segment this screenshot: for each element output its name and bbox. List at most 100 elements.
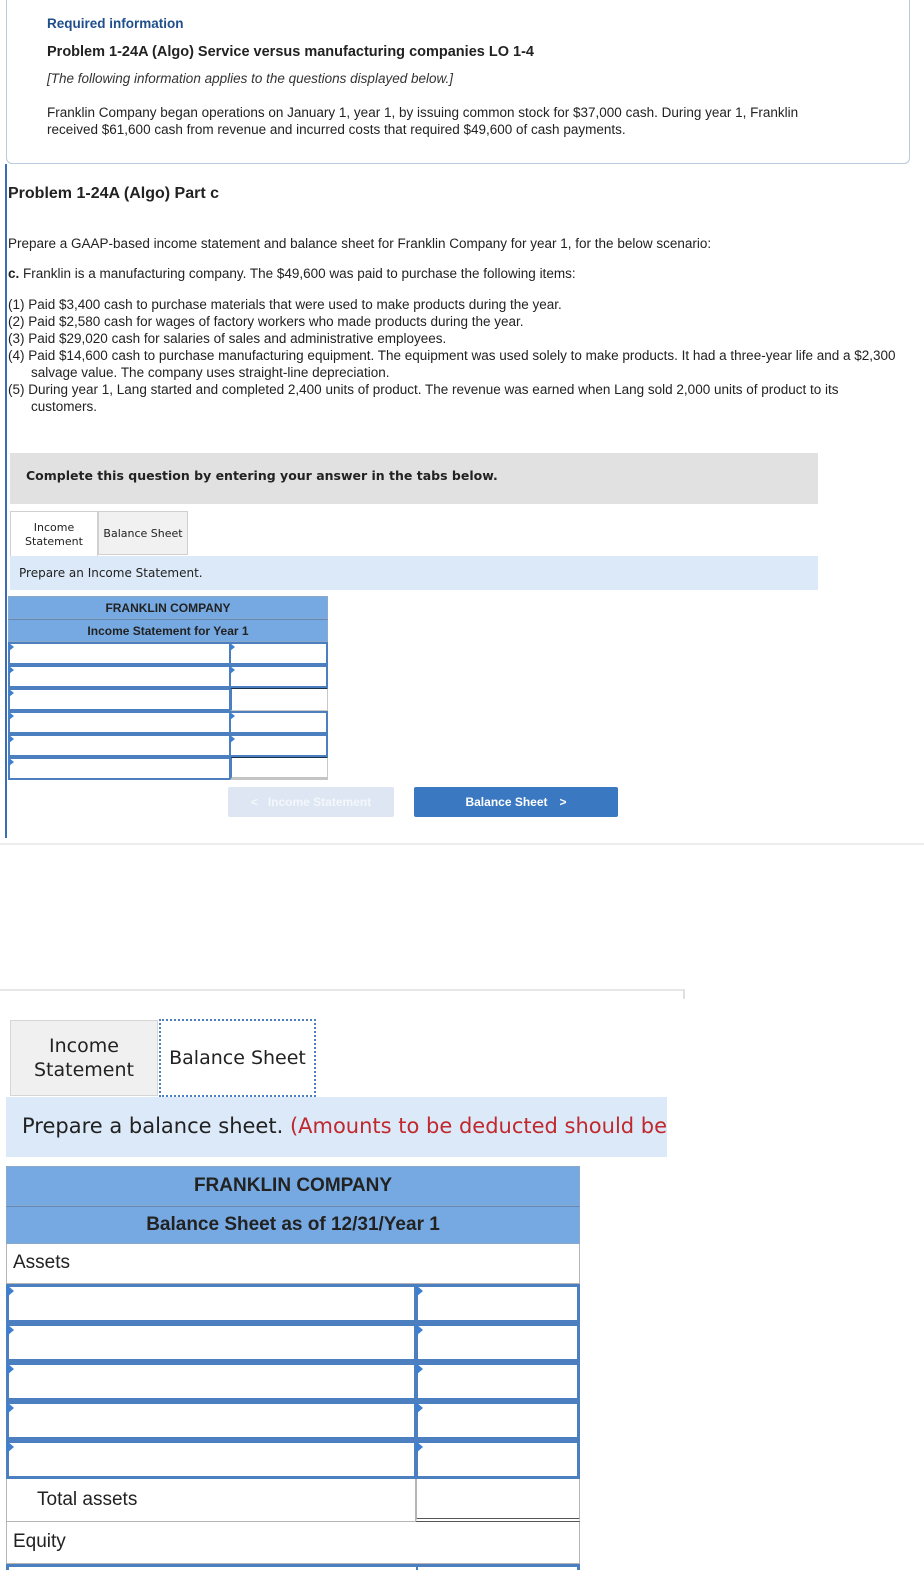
applies-note: [The following information applies to th…: [47, 71, 453, 86]
input-marker-icon: [230, 712, 235, 720]
table-row: [8, 642, 328, 665]
section-divider: [0, 843, 924, 845]
input-marker-icon: [416, 1324, 423, 1336]
scenario-text: c. Franklin is a manufacturing company. …: [8, 266, 576, 281]
scenario-item: (3) Paid $29,020 cash for salaries of sa…: [8, 331, 447, 346]
dropdown-marker-icon: [9, 666, 14, 674]
section-divider-edge: [683, 989, 685, 999]
asset-amount-input[interactable]: [416, 1323, 580, 1362]
input-marker-icon: [416, 1285, 423, 1297]
dropdown-marker-icon: [9, 689, 14, 697]
asset-line-dropdown[interactable]: [6, 1323, 416, 1362]
dropdown-marker-icon: [9, 735, 14, 743]
balance-sheet-instruction-bar: Prepare a balance sheet. (Amounts to be …: [6, 1097, 667, 1157]
section-divider: [0, 989, 684, 991]
table-row: [6, 1564, 580, 1570]
dropdown-marker-icon: [9, 643, 14, 651]
tab-balance-sheet[interactable]: Balance Sheet: [159, 1019, 316, 1097]
scenario-items-list: (1) Paid $3,400 cash to purchase materia…: [8, 296, 908, 415]
table-row: [8, 757, 328, 780]
asset-line-dropdown[interactable]: [6, 1362, 416, 1401]
asset-line-dropdown[interactable]: [6, 1440, 416, 1479]
input-marker-icon: [230, 735, 235, 743]
dropdown-marker-icon: [7, 1363, 14, 1375]
complete-instruction: Complete this question by entering your …: [26, 468, 498, 483]
balance-sheet-instruction: Prepare a balance sheet. (Amounts to be …: [22, 1114, 667, 1138]
table-row: [6, 1284, 580, 1323]
amount-input[interactable]: [230, 665, 328, 688]
assets-section-label: Assets: [6, 1244, 580, 1284]
line-item-dropdown[interactable]: [8, 642, 230, 665]
equity-amount-input[interactable]: [416, 1564, 580, 1570]
statement-title-header: Income Statement for Year 1: [8, 619, 328, 642]
left-accent-rule: [5, 164, 7, 838]
asset-amount-input[interactable]: [416, 1401, 580, 1440]
input-marker-icon: [230, 643, 235, 651]
asset-amount-input[interactable]: [416, 1284, 580, 1323]
prev-tab-button[interactable]: < Income Statement: [228, 787, 394, 817]
input-marker-icon: [416, 1363, 423, 1375]
subtotal-amount: [230, 688, 328, 711]
prev-tab-label: Income Statement: [267, 795, 372, 809]
complete-instruction-bar: Complete this question by entering your …: [10, 453, 818, 504]
required-information-label: Required information: [47, 16, 184, 31]
scenario-item: (2) Paid $2,580 cash for wages of factor…: [8, 314, 524, 329]
line-item-dropdown[interactable]: [8, 688, 230, 711]
line-item-dropdown[interactable]: [8, 665, 230, 688]
balance-sheet-table: FRANKLIN COMPANY Balance Sheet as of 12/…: [6, 1166, 580, 1570]
table-row: [8, 688, 328, 711]
company-name-header: FRANKLIN COMPANY: [6, 1166, 580, 1206]
part-title: Problem 1-24A (Algo) Part c: [8, 185, 220, 202]
equity-line-dropdown[interactable]: [6, 1564, 416, 1570]
input-marker-icon: [416, 1402, 423, 1414]
total-amount: [230, 757, 328, 780]
deduction-note: (Amounts to be deducted should be: [289, 1114, 667, 1138]
line-item-dropdown[interactable]: [8, 711, 230, 734]
income-statement-table: FRANKLIN COMPANY Income Statement for Ye…: [8, 596, 328, 780]
statement-title-header: Balance Sheet as of 12/31/Year 1: [6, 1206, 580, 1244]
total-assets-row: Total assets: [6, 1479, 580, 1522]
table-row: [6, 1401, 580, 1440]
scenario-body: Franklin is a manufacturing company. The…: [19, 266, 576, 281]
total-assets-value: [416, 1479, 580, 1522]
chevron-right-icon: >: [559, 795, 567, 809]
table-row: [6, 1440, 580, 1479]
scenario-item: (4) Paid $14,600 cash to purchase manufa…: [8, 348, 896, 380]
line-item-dropdown[interactable]: [8, 757, 230, 780]
asset-line-dropdown[interactable]: [6, 1284, 416, 1323]
input-marker-icon: [416, 1441, 423, 1453]
required-information-panel: Required information Problem 1-24A (Algo…: [6, 0, 910, 164]
income-statement-instruction-bar: Prepare an Income Statement.: [10, 556, 818, 590]
equity-section-label: Equity: [6, 1522, 580, 1564]
dropdown-marker-icon: [7, 1285, 14, 1297]
table-row: [6, 1362, 580, 1401]
tab-balance-sheet[interactable]: Balance Sheet: [98, 511, 188, 555]
next-tab-button[interactable]: Balance Sheet >: [414, 787, 618, 817]
dropdown-marker-icon: [9, 758, 14, 766]
scenario-item: (5) During year 1, Lang started and comp…: [8, 382, 839, 414]
table-row: [8, 711, 328, 734]
line-item-dropdown[interactable]: [8, 734, 230, 757]
input-marker-icon: [230, 666, 235, 674]
dropdown-marker-icon: [7, 1324, 14, 1336]
asset-line-dropdown[interactable]: [6, 1401, 416, 1440]
table-row: [6, 1323, 580, 1362]
tab-income-statement[interactable]: Income Statement: [10, 1020, 158, 1096]
next-tab-label: Balance Sheet: [465, 795, 548, 809]
amount-input[interactable]: [230, 734, 328, 757]
total-assets-label: Total assets: [6, 1479, 416, 1522]
dropdown-marker-icon: [9, 712, 14, 720]
part-prompt: Prepare a GAAP-based income statement an…: [8, 236, 712, 251]
income-statement-instruction: Prepare an Income Statement.: [19, 566, 203, 580]
problem-title: Problem 1-24A (Algo) Service versus manu…: [47, 44, 534, 60]
problem-description: Franklin Company began operations on Jan…: [47, 105, 799, 137]
table-row: [8, 665, 328, 688]
tab-income-statement[interactable]: Income Statement: [10, 511, 98, 557]
amount-input[interactable]: [230, 711, 328, 734]
asset-amount-input[interactable]: [416, 1440, 580, 1479]
scenario-item: (1) Paid $3,400 cash to purchase materia…: [8, 297, 562, 312]
amount-input[interactable]: [230, 642, 328, 665]
company-name-header: FRANKLIN COMPANY: [8, 596, 328, 619]
dropdown-marker-icon: [7, 1441, 14, 1453]
asset-amount-input[interactable]: [416, 1362, 580, 1401]
